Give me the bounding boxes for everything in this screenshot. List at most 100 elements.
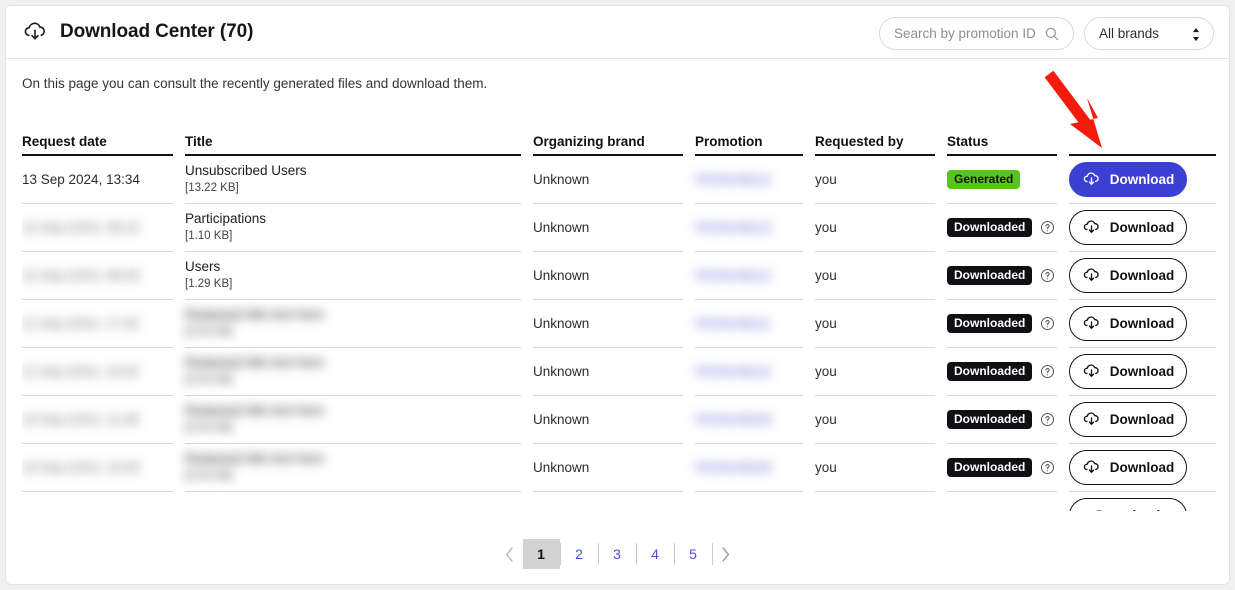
cell-action: Download: [1069, 156, 1216, 204]
cell-title: Redacted title text here [0.00 KB]: [185, 348, 533, 396]
cloud-download-icon: [1083, 172, 1099, 185]
cell-title: Redacted title text here [0.00 KB]: [185, 300, 533, 348]
table-row: 11 Sep 2024, 17:20 Redacted title text h…: [22, 300, 1216, 348]
file-size: [0.00 KB]: [185, 469, 233, 482]
help-icon[interactable]: [1040, 364, 1055, 379]
table-row: 10 Sep 2024, 10:05 Redacted title text h…: [22, 444, 1216, 492]
help-icon[interactable]: [1040, 316, 1055, 331]
cell-organizing-brand: Unknown: [533, 348, 695, 396]
cell-title: Redacted title text here [0.00 KB]: [185, 444, 533, 492]
cell-promotion: PROM-88210: [695, 348, 815, 396]
promotion-redacted[interactable]: PROM-88212: [695, 269, 771, 283]
pagination-page-1[interactable]: 1: [522, 539, 560, 569]
download-button-label: Download: [1109, 460, 1175, 475]
promotion-redacted[interactable]: PROM-88209: [695, 413, 771, 427]
page-description: On this page you can consult the recentl…: [22, 76, 488, 91]
file-title: Redacted title text here: [185, 403, 324, 419]
cell-organizing-brand: Unknown: [533, 300, 695, 348]
download-button[interactable]: Download: [1069, 498, 1187, 511]
cell-requested-by: you: [815, 348, 947, 396]
cell-organizing-brand: Unknown: [533, 252, 695, 300]
pagination-prev[interactable]: [497, 539, 523, 569]
table-row: 12 Sep 2024, 08:45 Users [1.29 KB] Unkno…: [22, 252, 1216, 300]
download-button[interactable]: Download: [1069, 354, 1187, 389]
search-box[interactable]: [879, 17, 1074, 50]
file-title: Redacted title text here: [185, 355, 324, 371]
cell-organizing-brand: Unknown: [533, 156, 695, 204]
title-group: Download Center (70): [22, 19, 253, 45]
status-badge: Downloaded: [947, 458, 1033, 477]
help-icon[interactable]: [1040, 460, 1055, 475]
table-row: 10 Sep 2024, 11:38 Redacted title text h…: [22, 396, 1216, 444]
download-button-label: Download: [1109, 316, 1175, 331]
help-icon[interactable]: [1040, 412, 1055, 427]
promotion-redacted[interactable]: PROM-88208: [695, 461, 771, 475]
cell-organizing-brand: Unknown: [533, 204, 695, 252]
table-row: 13 Sep 2024, 13:34 Unsubscribed Users [1…: [22, 156, 1216, 204]
column-header-requested-by: Requested by: [815, 123, 947, 156]
file-size: [0.00 KB]: [185, 421, 233, 434]
status-badge: Downloaded: [947, 362, 1033, 381]
download-button-label: Download: [1109, 172, 1175, 187]
cell-promotion: PROM-88208: [695, 444, 815, 492]
pagination-page-5[interactable]: 5: [675, 539, 712, 569]
help-icon[interactable]: [1040, 220, 1055, 235]
cell-action: Download: [1069, 204, 1216, 252]
download-button-label: Download: [1109, 268, 1175, 283]
cell-action: Download: [1069, 444, 1216, 492]
file-title: Unsubscribed Users: [185, 163, 307, 179]
brand-filter-select[interactable]: All brands: [1084, 17, 1214, 50]
downloads-table: Request date Title Organizing brand Prom…: [22, 123, 1216, 494]
pagination-page-3[interactable]: 3: [599, 539, 636, 569]
cloud-download-icon: [1083, 316, 1099, 329]
chevron-right-icon: [722, 546, 730, 562]
cell-organizing-brand: Unknown: [533, 396, 695, 444]
cell-status: Downloaded: [947, 348, 1069, 396]
download-button[interactable]: Download: [1069, 450, 1187, 485]
promotion-redacted[interactable]: PROM-88213: [695, 221, 771, 235]
download-button-label: Download: [1096, 508, 1161, 511]
cell-promotion: PROM-88211: [695, 300, 815, 348]
pagination-page-4[interactable]: 4: [637, 539, 674, 569]
status-badge: Generated: [947, 170, 1021, 189]
cell-status: Downloaded: [947, 204, 1069, 252]
download-button[interactable]: Download: [1069, 210, 1187, 245]
column-header-request-date: Request date: [22, 123, 185, 156]
request-date-value: 12 Sep 2024, 09:12: [22, 220, 140, 235]
pagination-page-2[interactable]: 2: [561, 539, 598, 569]
promotion-redacted[interactable]: PROM-88210: [695, 365, 771, 379]
promotion-redacted[interactable]: PROM-88214: [695, 173, 771, 187]
cell-requested-by: you: [815, 156, 947, 204]
column-header-actions: [1069, 123, 1216, 156]
download-button[interactable]: Download: [1069, 162, 1187, 197]
download-button[interactable]: Download: [1069, 402, 1187, 437]
cell-action: Download: [1069, 252, 1216, 300]
cloud-download-icon: [1083, 364, 1099, 377]
cell-title: Users [1.29 KB]: [185, 252, 533, 300]
column-header-status: Status: [947, 123, 1069, 156]
status-badge: Downloaded: [947, 410, 1033, 429]
download-button[interactable]: Download: [1069, 258, 1187, 293]
file-size: [13.22 KB]: [185, 181, 239, 194]
cell-title: Participations [1.10 KB]: [185, 204, 533, 252]
file-title: Redacted title text here: [185, 307, 324, 323]
cell-status: Downloaded: [947, 396, 1069, 444]
promotion-redacted[interactable]: PROM-88211: [695, 317, 771, 331]
pagination: 1 2 3 4 5: [6, 539, 1229, 569]
pagination-next[interactable]: [713, 539, 739, 569]
status-badge: Downloaded: [947, 266, 1033, 285]
brand-filter-value: All brands: [1099, 26, 1160, 41]
help-icon[interactable]: [1040, 268, 1055, 283]
request-date-value: 12 Sep 2024, 08:45: [22, 268, 140, 283]
cloud-download-icon: [1083, 460, 1099, 473]
download-button[interactable]: Download: [1069, 306, 1187, 341]
download-button-label: Download: [1109, 220, 1175, 235]
search-input[interactable]: [894, 26, 1044, 41]
table-header-row: Request date Title Organizing brand Prom…: [22, 123, 1216, 156]
table-row: 12 Sep 2024, 09:12 Participations [1.10 …: [22, 204, 1216, 252]
cell-requested-by: you: [815, 252, 947, 300]
status-badge: Downloaded: [947, 218, 1033, 237]
column-header-organizing-brand: Organizing brand: [533, 123, 695, 156]
cell-requested-by: you: [815, 300, 947, 348]
download-button-label: Download: [1109, 412, 1175, 427]
